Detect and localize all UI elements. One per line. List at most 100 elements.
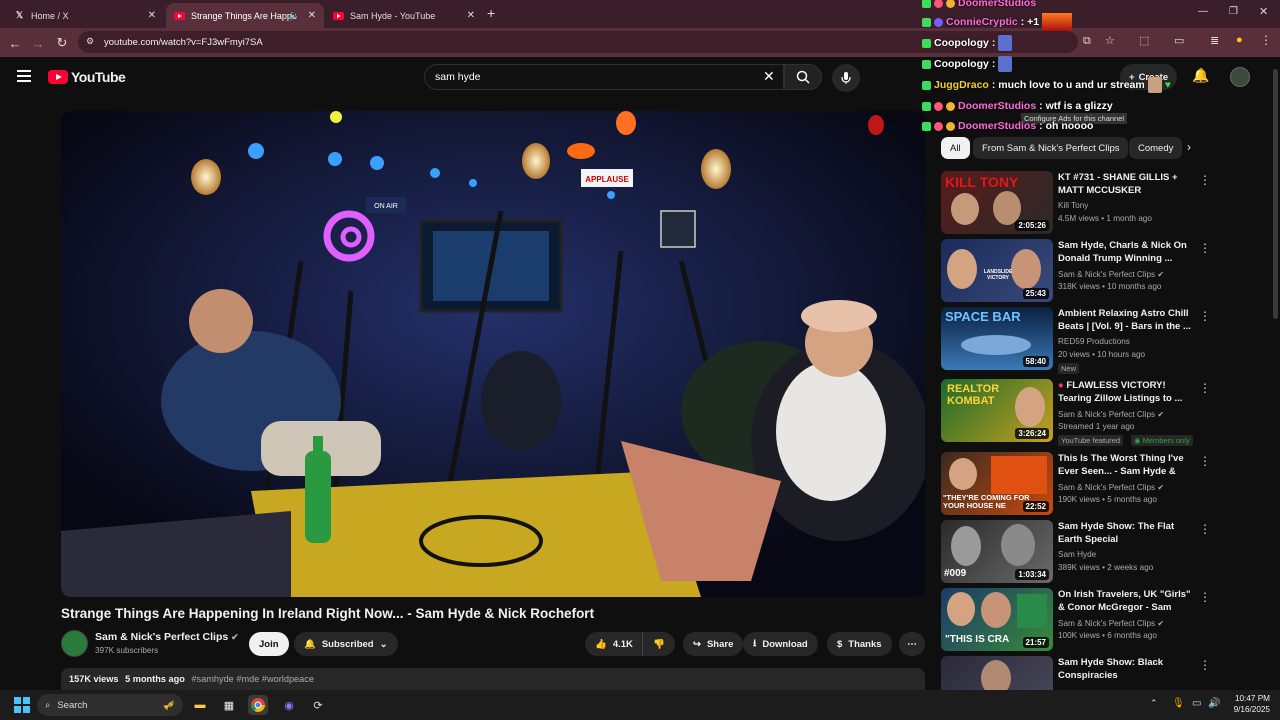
more-options-icon[interactable]: ⋮ bbox=[1199, 454, 1211, 468]
chip-comedy[interactable]: Comedy bbox=[1129, 137, 1183, 159]
back-arrow-icon[interactable]: ← bbox=[6, 34, 24, 52]
more-options-icon[interactable]: ⋮ bbox=[1199, 590, 1211, 604]
more-options-icon[interactable]: ⋮ bbox=[1199, 522, 1211, 536]
tab-strange-things[interactable]: Strange Things Are Happen 🔈 ✕ bbox=[166, 3, 324, 28]
subscribed-button[interactable]: 🔔 Subscribed ⌄ bbox=[294, 632, 398, 656]
chat-username[interactable]: DoomerStudios bbox=[958, 100, 1036, 112]
more-options-icon[interactable]: ⋮ bbox=[1199, 173, 1211, 187]
recommendation-title[interactable]: Sam Hyde Show: The Flat Earth Special bbox=[1058, 520, 1196, 546]
hashtags[interactable]: #samhyde #mde #worldpeace bbox=[191, 674, 314, 684]
like-button[interactable]: 👍 4.1K bbox=[585, 632, 643, 656]
video-thumbnail[interactable]: #009 1:03:34 bbox=[941, 520, 1053, 583]
close-tab-icon[interactable]: ✕ bbox=[467, 10, 475, 21]
description-box[interactable]: 157K views 5 months ago #samhyde #mde #w… bbox=[61, 668, 925, 690]
channel-name[interactable]: Sam Hyde bbox=[1058, 550, 1096, 559]
chip-all[interactable]: All bbox=[941, 137, 970, 159]
recommendation-title[interactable]: ● FLAWLESS VICTORY! Tearing Zillow Listi… bbox=[1058, 379, 1196, 405]
recommendation-title[interactable]: Ambient Relaxing Astro Chill Beats | [Vo… bbox=[1058, 307, 1196, 333]
display-icon[interactable]: ▭ bbox=[1192, 698, 1201, 709]
notifications-bell-icon[interactable]: 🔔 bbox=[1192, 67, 1209, 84]
chat-username[interactable]: DoomerStudios bbox=[958, 0, 1036, 9]
recommendation-item[interactable]: SPACE BAR 58:40 Ambient Relaxing Astro C… bbox=[941, 307, 1213, 374]
profile-icon[interactable]: ● bbox=[1236, 34, 1243, 46]
channel-name[interactable]: Sam & Nick's Perfect Clips ✔ bbox=[1058, 618, 1164, 628]
chrome-icon[interactable] bbox=[248, 695, 268, 715]
chat-username[interactable]: ConnieCryptic bbox=[946, 16, 1018, 28]
more-actions-button[interactable]: ⋯ bbox=[899, 632, 925, 656]
reload-icon[interactable]: ↻ bbox=[53, 34, 71, 52]
search-input[interactable]: sam hyde bbox=[424, 64, 784, 90]
close-window-icon[interactable]: ✕ bbox=[1259, 5, 1268, 18]
channel-name[interactable]: Kill Tony bbox=[1058, 201, 1088, 210]
page-scrollbar[interactable] bbox=[1271, 57, 1280, 690]
voice-search-button[interactable] bbox=[832, 64, 860, 92]
hamburger-menu-icon[interactable] bbox=[17, 70, 31, 82]
more-options-icon[interactable]: ⋮ bbox=[1199, 241, 1211, 255]
recommendation-title[interactable]: Sam Hyde Show: Black Conspiracies bbox=[1058, 656, 1196, 682]
recommendation-title[interactable]: KT #731 - SHANE GILLIS + MATT MCCUSKER bbox=[1058, 171, 1196, 197]
app-icon[interactable]: ⟳ bbox=[308, 695, 328, 715]
more-options-icon[interactable]: ⋮ bbox=[1199, 381, 1211, 395]
volume-icon[interactable]: 🔊 bbox=[1208, 698, 1220, 709]
recommendation-title[interactable]: This Is The Worst Thing I've Ever Seen..… bbox=[1058, 452, 1196, 479]
more-options-icon[interactable]: ⋮ bbox=[1199, 309, 1211, 323]
video-thumbnail[interactable]: REALTOR KOMBAT 3:26:24 bbox=[941, 379, 1053, 442]
media-control-icon[interactable]: ≣ bbox=[1210, 34, 1219, 47]
bookmark-star-icon[interactable]: ☆ bbox=[1105, 34, 1115, 47]
video-thumbnail[interactable]: SPACE BAR 58:40 bbox=[941, 307, 1053, 370]
youtube-logo[interactable]: YouTube bbox=[48, 69, 126, 85]
video-thumbnail[interactable]: "THEY'RE COMING FOR YOUR HOUSE NE 22:52 bbox=[941, 452, 1053, 515]
close-tab-icon[interactable]: ✕ bbox=[308, 10, 316, 21]
chip-from-channel[interactable]: From Sam & Nick's Perfect Clips bbox=[973, 137, 1129, 159]
channel-name[interactable]: Sam & Nick's Perfect Clips ✔ bbox=[95, 631, 239, 643]
forward-arrow-icon[interactable]: → bbox=[29, 34, 47, 52]
chat-username[interactable]: DoomerStudios bbox=[958, 120, 1036, 132]
maximize-icon[interactable]: ❐ bbox=[1229, 6, 1238, 17]
tab-sam-hyde-youtube[interactable]: Sam Hyde - YouTube ✕ bbox=[325, 3, 483, 28]
chat-username[interactable]: Coopology bbox=[934, 58, 989, 70]
clear-search-icon[interactable]: ✕ bbox=[763, 68, 775, 85]
channel-name[interactable]: Sam & Nick's Perfect Clips ✔ bbox=[1058, 269, 1164, 279]
show-hidden-icons-icon[interactable]: ⌃ bbox=[1150, 698, 1158, 709]
channel-name[interactable]: Sam & Nick's Perfect Clips ✔ bbox=[1058, 482, 1164, 492]
site-info-icon[interactable]: ⚙ bbox=[86, 36, 94, 47]
file-explorer-icon[interactable]: ▬ bbox=[190, 695, 210, 715]
speaker-mute-icon[interactable]: 🔈 bbox=[289, 10, 300, 21]
scrollbar-thumb[interactable] bbox=[1273, 69, 1278, 319]
video-thumbnail[interactable]: KILL TONY 2:05:26 bbox=[941, 171, 1053, 234]
share-button[interactable]: ↪ Share bbox=[683, 632, 744, 656]
cast-icon[interactable]: ⧉ bbox=[1083, 35, 1091, 48]
sidepanel-icon[interactable]: ▭ bbox=[1174, 34, 1184, 47]
taskbar-search[interactable]: ⌕ Search 🎺 bbox=[37, 694, 183, 716]
download-button[interactable]: ⭳ Download bbox=[743, 632, 818, 656]
recommendation-item[interactable]: #009 1:03:34 Sam Hyde Show: The Flat Ear… bbox=[941, 520, 1213, 584]
video-thumbnail[interactable]: LANDSLIDE VICTORY 25:43 bbox=[941, 239, 1053, 302]
recommendation-item[interactable]: "THIS IS CRA 21:57 On Irish Travelers, U… bbox=[941, 588, 1213, 652]
channel-name[interactable]: RED59 Productions bbox=[1058, 337, 1130, 346]
dislike-button[interactable]: 👎 bbox=[642, 632, 675, 656]
channel-avatar[interactable] bbox=[61, 630, 88, 657]
minimize-icon[interactable]: — bbox=[1198, 6, 1208, 17]
chevron-right-icon[interactable]: › bbox=[1187, 140, 1191, 154]
search-button[interactable] bbox=[784, 64, 822, 90]
recommendation-item[interactable]: KILL TONY 2:05:26 KT #731 - SHANE GILLIS… bbox=[941, 171, 1213, 235]
system-clock[interactable]: 10:47 PM 9/16/2025 bbox=[1228, 693, 1270, 715]
thanks-button[interactable]: $ Thanks bbox=[827, 632, 892, 656]
channel-name[interactable]: Sam & Nick's Perfect Clips ✔ bbox=[1058, 409, 1164, 419]
recommendation-item[interactable]: LANDSLIDE VICTORY 25:43 Sam Hyde, Charls… bbox=[941, 239, 1213, 303]
microsoft-store-icon[interactable]: ▦ bbox=[219, 695, 239, 715]
avatar[interactable] bbox=[1230, 67, 1250, 87]
recommendation-item[interactable]: "THEY'RE COMING FOR YOUR HOUSE NE 22:52 … bbox=[941, 452, 1213, 516]
discord-icon[interactable]: ◉ bbox=[279, 695, 299, 715]
join-button[interactable]: Join bbox=[249, 632, 289, 656]
close-tab-icon[interactable]: ✕ bbox=[148, 10, 156, 21]
video-thumbnail[interactable] bbox=[941, 656, 1053, 690]
more-options-icon[interactable]: ⋮ bbox=[1199, 658, 1211, 672]
windows-start-icon[interactable] bbox=[12, 695, 32, 715]
recommendation-title[interactable]: On Irish Travelers, UK "Girls" & Conor M… bbox=[1058, 588, 1196, 615]
tab-home-x[interactable]: 𝕏 Home / X ✕ bbox=[6, 3, 164, 28]
video-thumbnail[interactable]: "THIS IS CRA 21:57 bbox=[941, 588, 1053, 651]
chat-username[interactable]: JuggDraco bbox=[934, 79, 989, 91]
new-tab-button[interactable]: + bbox=[487, 5, 495, 21]
extensions-icon[interactable]: ⬚ bbox=[1139, 34, 1149, 47]
